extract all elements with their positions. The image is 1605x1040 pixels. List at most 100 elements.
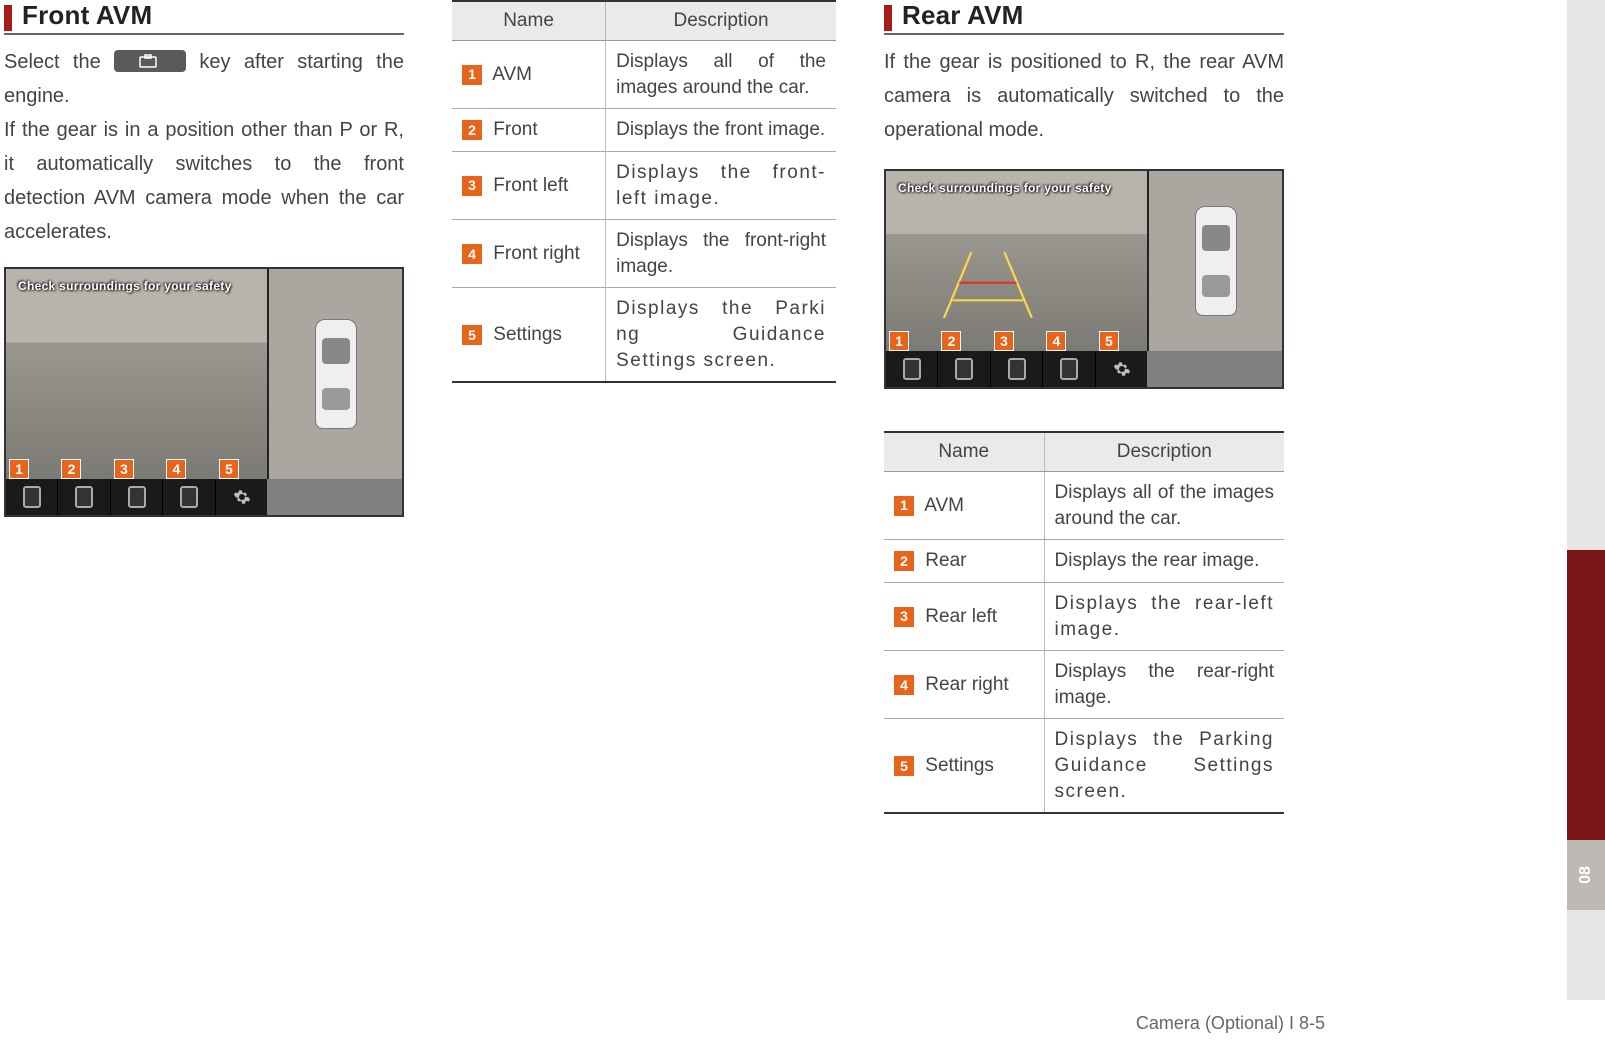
rear-tbody: 1 AVMDisplays all of the images around t… [884, 472, 1284, 814]
row-badge: 5 [462, 325, 482, 345]
name-cell: 4 Front right [452, 220, 606, 288]
table-row: 2 RearDisplays the rear image. [884, 540, 1284, 583]
rear-btn-1[interactable]: 1 [886, 351, 938, 387]
badge-5: 5 [1099, 331, 1119, 351]
name-cell: 5 Settings [884, 719, 1044, 813]
rear-view-icon [955, 358, 973, 380]
gear-icon [233, 488, 251, 506]
rear-right-icon [1060, 358, 1078, 380]
front-para-1: Select the key after starting the engine… [4, 45, 404, 113]
rear-button-row: 1 2 3 4 5 [886, 351, 1147, 387]
desc-cell: Displays the front image. [606, 109, 836, 152]
badge-1: 1 [889, 331, 909, 351]
front-right-icon [180, 486, 198, 508]
name-cell: 4 Rear right [884, 651, 1044, 719]
rear-desc-table: Name Description 1 AVMDisplays all of th… [884, 431, 1284, 814]
row-badge: 2 [894, 551, 914, 571]
desc-cell: Displays all of the images around the ca… [1044, 472, 1284, 540]
page-footer: Camera (Optional) I 8-5 [1136, 1013, 1325, 1034]
side-tabs: 08 [1567, 0, 1605, 1000]
badge-2: 2 [61, 459, 81, 479]
side-tab-label: 08 [1577, 866, 1595, 884]
name-cell: 3 Rear left [884, 582, 1044, 650]
rear-overlay-text: Check surroundings for your safety [898, 181, 1112, 195]
rear-left-icon [1008, 358, 1026, 380]
name-cell: 2 Rear [884, 540, 1044, 583]
desc-cell: Displays the rear image. [1044, 540, 1284, 583]
row-badge: 1 [894, 496, 914, 516]
rear-btn-5[interactable]: 5 [1096, 351, 1147, 387]
rear-camera-view [886, 171, 1147, 351]
desc-cell: Displays the rear-right image. [1044, 651, 1284, 719]
badge-4: 4 [166, 459, 186, 479]
name-cell: 5 Settings [452, 288, 606, 382]
accent-bar [884, 5, 892, 31]
row-badge: 5 [894, 756, 914, 776]
table-row: 1 AVMDisplays all of the images around t… [452, 41, 836, 109]
table-row: 1 AVMDisplays all of the images around t… [884, 472, 1284, 540]
front-btn-4[interactable]: 4 [163, 479, 215, 515]
side-tab-blank-bottom [1567, 910, 1605, 1000]
side-tab-blank-top [1567, 0, 1605, 550]
rear-para-1: If the gear is positioned to R, the rear… [884, 45, 1284, 147]
name-cell: 2 Front [452, 109, 606, 152]
avm-icon [23, 486, 41, 508]
car-top-icon [315, 319, 357, 429]
front-btn-5[interactable]: 5 [216, 479, 267, 515]
rear-avm-title: Rear AVM [902, 0, 1024, 31]
rear-btn-4[interactable]: 4 [1043, 351, 1095, 387]
side-tab-active: 08 [1567, 840, 1605, 910]
table-row: 3 Rear leftDisplays the rear-left image. [884, 582, 1284, 650]
row-badge: 4 [894, 675, 914, 695]
rear-avm-screenshot: Check surroundings for your safety 1 2 3… [884, 169, 1284, 389]
front-btn-3[interactable]: 3 [111, 479, 163, 515]
row-badge: 3 [462, 176, 482, 196]
front-overlay-text: Check surroundings for your safety [18, 279, 232, 293]
table-row: 4 Rear rightDisplays the rear-right imag… [884, 651, 1284, 719]
front-camera-view [6, 269, 267, 479]
front-view-icon [75, 486, 93, 508]
badge-3: 3 [114, 459, 134, 479]
row-badge: 4 [462, 244, 482, 264]
accent-bar [4, 5, 12, 31]
table-row: 2 FrontDisplays the front image. [452, 109, 836, 152]
front-button-row: 1 2 3 4 5 [6, 479, 267, 515]
front-avm-title: Front AVM [22, 0, 152, 31]
camera-key-icon [114, 50, 186, 72]
rear-th-desc: Description [1044, 432, 1284, 472]
side-tab-dark [1567, 550, 1605, 840]
desc-cell: Displays the front-left image. [606, 151, 836, 219]
gear-icon [1113, 360, 1131, 378]
table-row: 5 SettingsDisplays the Parki ng Guidance… [452, 288, 836, 382]
car-top-icon [1195, 206, 1237, 316]
name-cell: 1 AVM [452, 41, 606, 109]
badge-1: 1 [9, 459, 29, 479]
section-header-front: Front AVM [4, 0, 404, 35]
front-tbody: 1 AVMDisplays all of the images around t… [452, 41, 836, 383]
front-para-1a: Select the [4, 51, 114, 73]
row-badge: 3 [894, 607, 914, 627]
front-left-icon [128, 486, 146, 508]
front-th-name: Name [452, 1, 606, 41]
badge-5: 5 [219, 459, 239, 479]
section-header-rear: Rear AVM [884, 0, 1284, 35]
front-btn-1[interactable]: 1 [6, 479, 58, 515]
front-avm-screenshot: Check surroundings for your safety 1 2 3… [4, 267, 404, 517]
rear-th-name: Name [884, 432, 1044, 472]
desc-cell: Displays the front-right image. [606, 220, 836, 288]
rear-btn-2[interactable]: 2 [938, 351, 990, 387]
front-th-desc: Description [606, 1, 836, 41]
table-row: 4 Front rightDisplays the front-right im… [452, 220, 836, 288]
name-cell: 1 AVM [884, 472, 1044, 540]
desc-cell: Displays all of the images around the ca… [606, 41, 836, 109]
badge-2: 2 [941, 331, 961, 351]
rear-btn-3[interactable]: 3 [991, 351, 1043, 387]
desc-cell: Displays the Parking Guidance Settings s… [1044, 719, 1284, 813]
row-badge: 1 [462, 65, 482, 85]
desc-cell: Displays the rear-left image. [1044, 582, 1284, 650]
table-row: 3 Front leftDisplays the front-left imag… [452, 151, 836, 219]
badge-3: 3 [994, 331, 1014, 351]
table-row: 5 SettingsDisplays the Parking Guidance … [884, 719, 1284, 813]
front-btn-2[interactable]: 2 [58, 479, 110, 515]
front-topdown-pane [267, 269, 402, 479]
